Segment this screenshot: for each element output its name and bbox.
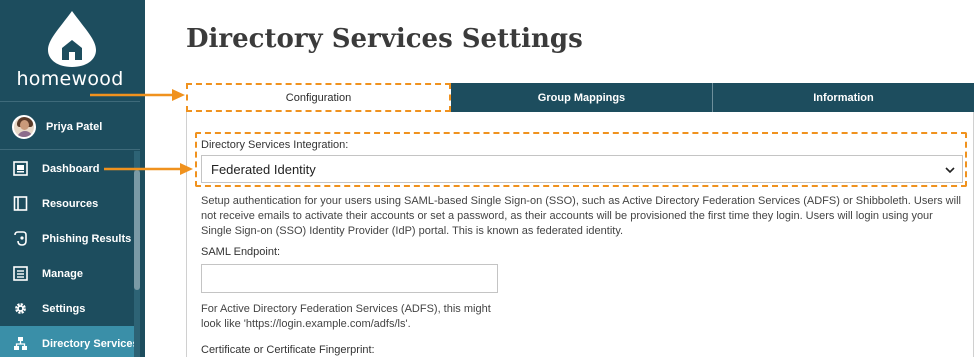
logo-text: homewood [16,68,124,90]
homewood-logo-icon [48,11,96,67]
saml-endpoint-hint: For Active Directory Federation Services… [201,303,491,330]
tab-configuration[interactable]: Configuration [186,83,451,112]
list-icon [12,266,28,282]
integration-selected-value: Federated Identity [211,161,316,177]
sidebar: homewood Priya Patel Dashboard Resources… [0,0,145,357]
sidebar-item-directory-services[interactable]: Directory Services [0,326,140,357]
sidebar-item-phishing-results[interactable]: Phishing Results [0,221,140,256]
user-name: Priya Patel [46,121,103,133]
dashboard-icon [12,161,28,177]
integration-description: Setup authentication for your users usin… [201,195,961,237]
sidebar-item-resources[interactable]: Resources [0,186,140,221]
avatar [12,115,36,139]
hook-icon [12,231,28,247]
directory-icon [12,336,28,352]
sidebar-item-label: Manage [42,267,83,280]
saml-endpoint-label: SAML Endpoint: [201,246,281,258]
user-profile[interactable]: Priya Patel [0,110,140,144]
tab-bar: Configuration Group Mappings Information [186,83,974,112]
book-icon [12,196,28,212]
gear-icon [12,301,28,317]
tab-group-mappings[interactable]: Group Mappings [451,83,713,112]
integration-select[interactable]: Federated Identity [201,155,963,183]
sidebar-item-label: Phishing Results [42,232,132,245]
callout-arrow-integration [104,163,193,175]
integration-label: Directory Services Integration: [201,139,349,151]
sidebar-item-manage[interactable]: Manage [0,256,140,291]
sidebar-item-label: Directory Services [42,337,139,350]
sidebar-item-label: Resources [42,197,99,210]
logo[interactable]: homewood [0,0,145,100]
saml-endpoint-input[interactable] [201,264,498,293]
sidebar-item-label: Settings [42,302,86,315]
page-title: Directory Services Settings [186,24,583,54]
sidebar-scrollbar-thumb[interactable] [134,170,140,290]
sidebar-item-label: Dashboard [42,162,100,175]
certificate-label: Certificate or Certificate Fingerprint: [201,344,375,356]
sidebar-item-settings[interactable]: Settings [0,291,140,326]
sidebar-nav: Dashboard Resources Phishing Results Man… [0,151,140,357]
tab-information[interactable]: Information [713,83,974,112]
divider [0,149,140,150]
callout-arrow-tab [90,89,185,101]
chevron-down-icon [945,167,955,174]
